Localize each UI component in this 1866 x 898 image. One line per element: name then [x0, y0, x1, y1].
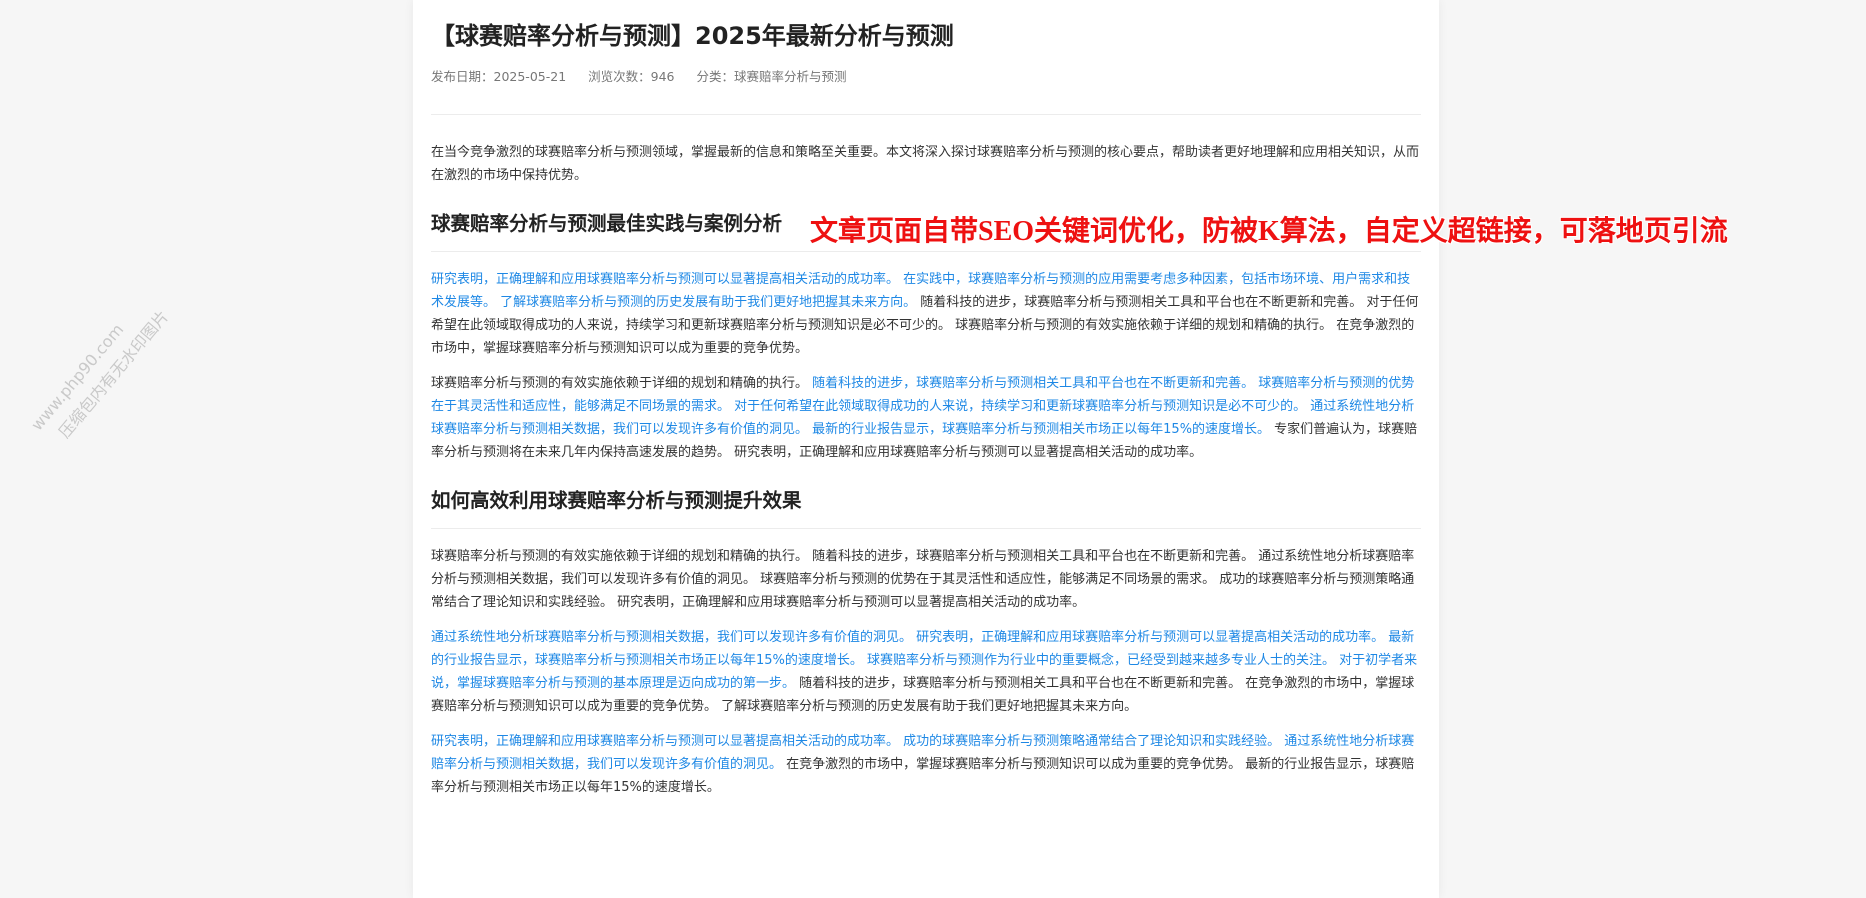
- intro-paragraph: 在当今竞争激烈的球赛赔率分析与预测领域，掌握最新的信息和策略至关重要。本文将深入…: [431, 145, 1420, 183]
- article-meta: 发布日期：2025-05-21 浏览次数：946 分类：球赛赔率分析与预测: [431, 68, 1421, 86]
- article-title: 【球赛赔率分析与预测】2025年最新分析与预测: [431, 22, 954, 50]
- inline-text: 随着科技的进步，球赛赔率分析与预测相关工具和平台也在不断更新和完善。: [916, 295, 1363, 310]
- inline-text: 随着科技的进步，球赛赔率分析与预测相关工具和平台也在不断更新和完善。: [795, 676, 1242, 691]
- inline-text: 球赛赔率分析与预测的有效实施依赖于详细的规划和精确的执行。: [431, 376, 809, 391]
- watermark: www.php90.com 压缩包内有无水印图片: [25, 288, 175, 453]
- inline-keyword-link[interactable]: 球赛赔率分析与预测作为行业中的重要概念，已经受到越来越多专业人士的关注。: [863, 653, 1335, 668]
- inline-text: 球赛赔率分析与预测的有效实施依赖于详细的规划和精确的执行。: [951, 318, 1333, 333]
- article-container: 【球赛赔率分析与预测】2025年最新分析与预测 发布日期：2025-05-21 …: [413, 0, 1439, 898]
- body-paragraph: 研究表明，正确理解和应用球赛赔率分析与预测可以显著提高相关活动的成功率。 成功的…: [431, 730, 1421, 799]
- section2-heading: 如何高效利用球赛赔率分析与预测提升效果: [431, 486, 1421, 529]
- body-paragraph: 球赛赔率分析与预测的有效实施依赖于详细的规划和精确的执行。 随着科技的进步，球赛…: [431, 545, 1421, 614]
- inline-keyword-link[interactable]: 对于任何希望在此领域取得成功的人来说，持续学习和更新球赛赔率分析与预测知识是必不…: [730, 399, 1306, 414]
- meta-divider: [431, 114, 1421, 115]
- inline-text: 研究表明，正确理解和应用球赛赔率分析与预测可以显著提高相关活动的成功率。: [730, 445, 1203, 460]
- inline-text: 了解球赛赔率分析与预测的历史发展有助于我们更好地把握其未来方向。: [717, 699, 1138, 714]
- inline-keyword-link[interactable]: 研究表明，正确理解和应用球赛赔率分析与预测可以显著提高相关活动的成功率。: [431, 272, 899, 287]
- section1-body: 研究表明，正确理解和应用球赛赔率分析与预测可以显著提高相关活动的成功率。 在实践…: [431, 268, 1421, 464]
- inline-text: 球赛赔率分析与预测的有效实施依赖于详细的规划和精确的执行。: [431, 549, 809, 564]
- inline-keyword-link[interactable]: 成功的球赛赔率分析与预测策略通常结合了理论知识和实践经验。: [899, 734, 1280, 749]
- inline-text: 研究表明，正确理解和应用球赛赔率分析与预测可以显著提高相关活动的成功率。: [613, 595, 1086, 610]
- inline-text: 在竞争激烈的市场中，掌握球赛赔率分析与预测知识可以成为重要的竞争优势。: [782, 757, 1242, 772]
- inline-keyword-link[interactable]: 最新的行业报告显示，球赛赔率分析与预测相关市场正以每年15%的速度增长。: [808, 422, 1270, 437]
- promo-banner: 文章页面自带SEO关键词优化，防被K算法，自定义超链接，可落地页引流: [810, 216, 1728, 247]
- page: www.php90.com 压缩包内有无水印图片 【球赛赔率分析与预测】2025…: [0, 0, 1866, 898]
- body-paragraph: 通过系统性地分析球赛赔率分析与预测相关数据，我们可以发现许多有价值的洞见。 研究…: [431, 626, 1421, 718]
- inline-keyword-link[interactable]: 随着科技的进步，球赛赔率分析与预测相关工具和平台也在不断更新和完善。: [808, 376, 1254, 391]
- category-link[interactable]: 分类：球赛赔率分析与预测: [697, 68, 847, 86]
- inline-keyword-link[interactable]: 研究表明，正确理解和应用球赛赔率分析与预测可以显著提高相关活动的成功率。: [912, 630, 1384, 645]
- inline-keyword-link[interactable]: 通过系统性地分析球赛赔率分析与预测相关数据，我们可以发现许多有价值的洞见。: [431, 630, 912, 645]
- inline-keyword-link[interactable]: 研究表明，正确理解和应用球赛赔率分析与预测可以显著提高相关活动的成功率。: [431, 734, 899, 749]
- body-paragraph: 研究表明，正确理解和应用球赛赔率分析与预测可以显著提高相关活动的成功率。 在实践…: [431, 268, 1421, 360]
- inline-text: 随着科技的进步，球赛赔率分析与预测相关工具和平台也在不断更新和完善。: [808, 549, 1255, 564]
- view-count: 浏览次数：946: [588, 69, 675, 84]
- body-paragraph: 球赛赔率分析与预测的有效实施依赖于详细的规划和精确的执行。 随着科技的进步，球赛…: [431, 372, 1421, 464]
- inline-text: 球赛赔率分析与预测的优势在于其灵活性和适应性，能够满足不同场景的需求。: [756, 572, 1216, 587]
- publish-date: 发布日期：2025-05-21: [431, 69, 567, 84]
- section2-body: 球赛赔率分析与预测的有效实施依赖于详细的规划和精确的执行。 随着科技的进步，球赛…: [431, 545, 1421, 799]
- inline-keyword-link[interactable]: 了解球赛赔率分析与预测的历史发展有助于我们更好地把握其未来方向。: [496, 295, 916, 310]
